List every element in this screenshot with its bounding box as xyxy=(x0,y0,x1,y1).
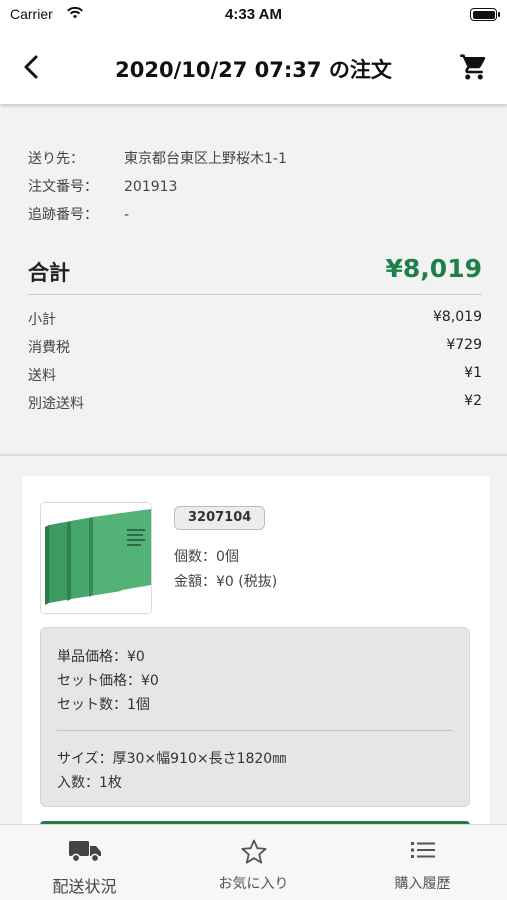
product-detail-box: 単品価格：¥0 セット価格：¥0 セット数：1個 サイズ：厚30×幅910×長さ… xyxy=(40,627,470,807)
order-number-label: 注文番号： xyxy=(28,179,98,195)
set-count: セット数：1個 xyxy=(57,697,150,713)
set-price: セット価格：¥0 xyxy=(57,673,159,689)
tab-favorites[interactable]: お気に入り xyxy=(169,825,338,900)
total-divider xyxy=(28,294,482,295)
status-bar: Carrier 4:33 AM xyxy=(0,0,507,30)
navigation-bar: 2020/10/27 07:37 の注文 xyxy=(0,30,507,104)
shopping-cart-icon[interactable] xyxy=(459,52,489,82)
shipping-address-label: 送り先： xyxy=(28,151,84,167)
tax-value: ¥729 xyxy=(446,337,482,353)
total-value: ¥8,019 xyxy=(385,254,482,283)
product-pieces: 入数：1枚 xyxy=(57,775,122,791)
tab-bar: 配送状況 お気に入り 購入履歴 xyxy=(0,824,507,900)
subtotal-value: ¥8,019 xyxy=(433,309,482,325)
product-image[interactable] xyxy=(40,502,152,614)
extra-shipping-label: 別途送料 xyxy=(28,396,84,412)
order-summary: 送り先： 東京都台東区上野桜木1-1 注文番号： 201913 追跡番号： - 合計 … xyxy=(0,104,507,454)
list-icon xyxy=(410,842,435,858)
shipping-fee-value: ¥1 xyxy=(464,365,482,381)
unit-price: 単品価格：¥0 xyxy=(57,649,145,665)
product-size: サイズ：厚30×幅910×長さ1820㎜ xyxy=(57,751,287,767)
product-amount: 金額：¥0 (税抜) xyxy=(174,574,278,590)
tax-label: 消費税 xyxy=(28,340,70,356)
product-code-badge: 3207104 xyxy=(174,506,266,530)
subtotal-row: 小計 ¥8,019 xyxy=(28,309,482,329)
tracking-number-label: 追跡番号： xyxy=(28,207,98,223)
tab-purchase-history-label: 購入履歴 xyxy=(394,876,451,892)
tab-delivery-status[interactable]: 配送状況 xyxy=(0,825,169,900)
shipping-fee-label: 送料 xyxy=(28,368,56,384)
order-number-row: 注文番号： 201913 xyxy=(28,176,177,196)
star-icon xyxy=(241,839,266,864)
extra-shipping-row: 別途送料 ¥2 xyxy=(28,393,482,413)
tab-purchase-history[interactable]: 購入履歴 xyxy=(338,825,507,900)
detail-divider xyxy=(57,730,453,731)
section-divider xyxy=(0,454,507,456)
tab-favorites-label: お気に入り xyxy=(218,876,289,892)
product-quantity: 個数：0個 xyxy=(174,549,239,565)
total-row: 合計 ¥8,019 xyxy=(28,254,482,286)
back-arrow-icon[interactable] xyxy=(18,52,46,82)
shipping-fee-row: 送料 ¥1 xyxy=(28,365,482,385)
truck-icon xyxy=(68,841,101,863)
tracking-number-value: - xyxy=(124,207,130,223)
shipping-address-row: 送り先： 東京都台東区上野桜木1-1 xyxy=(28,148,287,168)
tab-delivery-status-label: 配送状況 xyxy=(52,877,117,896)
tracking-number-row: 追跡番号： - xyxy=(28,204,129,224)
extra-shipping-value: ¥2 xyxy=(464,393,482,409)
subtotal-label: 小計 xyxy=(28,312,56,328)
total-label: 合計 xyxy=(28,261,70,285)
insulation-board-image xyxy=(41,503,151,613)
product-card: 3207104 個数：0個 金額：¥0 (税抜) 単品価格：¥0 セット価格：¥… xyxy=(22,476,490,856)
order-number-value: 201913 xyxy=(124,179,178,195)
page-title: 2020/10/27 07:37 の注文 xyxy=(115,58,392,82)
tax-row: 消費税 ¥729 xyxy=(28,337,482,357)
status-time: 4:33 AM xyxy=(225,6,282,23)
shipping-address-value: 東京都台東区上野桜木1-1 xyxy=(124,151,287,167)
battery-icon xyxy=(470,8,500,21)
